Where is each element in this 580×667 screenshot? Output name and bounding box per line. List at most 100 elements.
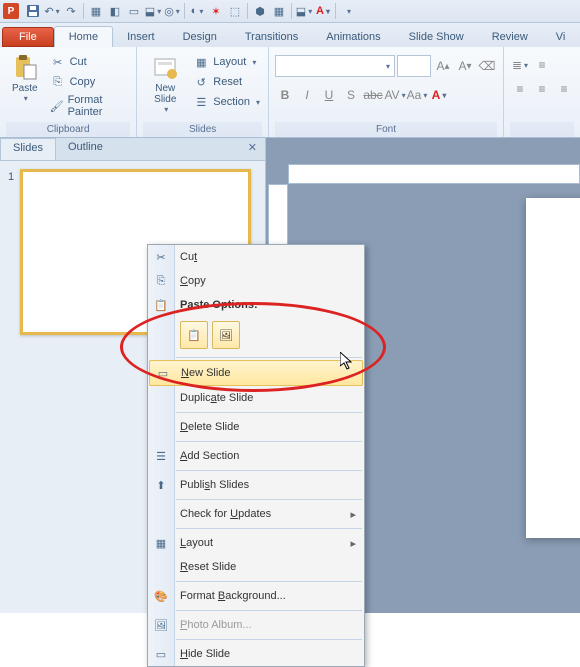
clear-format-icon[interactable]: ⌫	[477, 56, 497, 76]
qat-icon[interactable]: ✶	[207, 2, 225, 20]
bold-button[interactable]: B	[275, 85, 295, 105]
ctx-duplicate-slide[interactable]: Duplicate Slide	[148, 386, 364, 410]
ctx-hide-slide[interactable]: ▭Hide Slide	[148, 642, 364, 666]
grow-font-icon[interactable]: A▴	[433, 56, 453, 76]
close-pane-icon[interactable]: ✕	[240, 138, 265, 160]
context-menu: ✂Cut ⎘Copy 📋Paste Options: 📋 🖼 ▭New Slid…	[147, 244, 365, 667]
layout-icon: ▦	[193, 54, 209, 70]
numbering-icon[interactable]: ≡	[532, 55, 552, 75]
scissors-icon: ✂	[50, 54, 66, 70]
new-slide-button[interactable]: New Slide ▾	[143, 49, 187, 114]
save-icon[interactable]	[24, 2, 42, 20]
app-icon[interactable]: P	[3, 3, 19, 19]
layout-button[interactable]: ▦Layout▾	[191, 53, 262, 71]
tab-slideshow[interactable]: Slide Show	[395, 27, 478, 47]
brush-icon: 🖌	[50, 98, 64, 114]
spacing-icon[interactable]: AV▾	[385, 85, 405, 105]
underline-button[interactable]: U	[319, 85, 339, 105]
new-slide-label: New Slide	[154, 83, 176, 105]
qat-icon[interactable]: ⬓▾	[144, 2, 162, 20]
bullets-icon[interactable]: ≣▾	[510, 55, 530, 75]
qat-icon[interactable]: ◐▾	[188, 2, 206, 20]
qat-icon[interactable]: ⬢	[251, 2, 269, 20]
tab-insert[interactable]: Insert	[113, 27, 169, 47]
align-left-icon[interactable]: ≡	[510, 79, 530, 99]
align-center-icon[interactable]: ≡	[532, 79, 552, 99]
group-label: Clipboard	[6, 122, 130, 137]
case-icon[interactable]: Aa▾	[407, 85, 427, 105]
ribbon: Paste ▾ ✂Cut ⎘Copy 🖌Format Painter Clipb…	[0, 47, 580, 138]
pane-tab-outline[interactable]: Outline	[56, 138, 115, 160]
pane-tab-slides[interactable]: Slides	[0, 138, 56, 160]
strike-button[interactable]: abc	[363, 85, 383, 105]
ctx-publish-slides[interactable]: ⬆Publish Slides	[148, 473, 364, 497]
tab-transitions[interactable]: Transitions	[231, 27, 312, 47]
ctx-add-section[interactable]: ☰Add Section	[148, 444, 364, 468]
qat-icon[interactable]: ⬚	[226, 2, 244, 20]
paste-option-picture[interactable]: 🖼	[212, 321, 240, 349]
quick-access-toolbar: P ↶▾ ↷ ▦ ◧ ▭ ⬓▾ ◎▾ ◐▾ ✶ ⬚ ⬢ ▦ ⬓▾ A▾ ▾	[0, 0, 580, 23]
ctx-paste-options-header: 📋Paste Options:	[148, 293, 364, 317]
paste-options: 📋 🖼	[148, 317, 364, 355]
tab-design[interactable]: Design	[169, 27, 231, 47]
new-slide-icon	[151, 53, 179, 81]
qat-icon[interactable]: ◎▾	[163, 2, 181, 20]
group-label	[510, 122, 574, 137]
italic-button[interactable]: I	[297, 85, 317, 105]
paste-option-theme[interactable]: 📋	[180, 321, 208, 349]
copy-icon: ⎘	[50, 74, 66, 90]
ruler-horizontal	[288, 164, 580, 184]
section-button[interactable]: ☰Section▾	[191, 93, 262, 111]
font-color-icon[interactable]: A▾	[314, 2, 332, 20]
tab-view[interactable]: Vi	[542, 27, 580, 47]
paste-label: Paste	[12, 83, 38, 94]
slide-canvas[interactable]	[526, 198, 580, 538]
qat-icon[interactable]: ⬓▾	[295, 2, 313, 20]
group-slides: New Slide ▾ ▦Layout▾ ↺Reset ☰Section▾ Sl…	[137, 47, 269, 137]
ctx-layout[interactable]: ▦Layout▸	[148, 531, 364, 555]
ctx-copy[interactable]: ⎘Copy	[148, 269, 364, 293]
ctx-new-slide[interactable]: ▭New Slide	[149, 360, 363, 386]
paste-button[interactable]: Paste ▾	[6, 49, 44, 103]
redo-icon[interactable]: ↷	[62, 2, 80, 20]
paste-icon	[11, 53, 39, 81]
tab-file[interactable]: File	[2, 27, 54, 47]
paste-icon: 📋	[152, 296, 170, 314]
font-name-combo[interactable]: ▾	[275, 55, 395, 77]
tab-animations[interactable]: Animations	[312, 27, 394, 47]
tab-review[interactable]: Review	[478, 27, 542, 47]
ctx-check-updates[interactable]: Check for Updates▸	[148, 502, 364, 526]
tab-home[interactable]: Home	[54, 26, 113, 47]
qat-icon[interactable]: ▭	[125, 2, 143, 20]
qat-icon[interactable]: ◧	[106, 2, 124, 20]
cut-button[interactable]: ✂Cut	[48, 53, 131, 71]
undo-icon[interactable]: ↶▾	[43, 2, 61, 20]
ctx-format-background[interactable]: 🎨Format Background...	[148, 584, 364, 608]
reset-button[interactable]: ↺Reset	[191, 73, 262, 91]
qat-icon[interactable]: ▦	[87, 2, 105, 20]
copy-button[interactable]: ⎘Copy	[48, 73, 131, 91]
shadow-button[interactable]: S	[341, 85, 361, 105]
group-paragraph: ≣▾ ≡ ≡ ≡ ≡	[504, 47, 580, 137]
ctx-cut[interactable]: ✂Cut	[148, 245, 364, 269]
section-icon: ☰	[193, 94, 209, 110]
section-icon: ☰	[152, 447, 170, 465]
qat-customize-icon[interactable]: ▾	[339, 2, 357, 20]
shrink-font-icon[interactable]: A▾	[455, 56, 475, 76]
hide-icon: ▭	[152, 645, 170, 663]
font-color-button[interactable]: A▾	[429, 85, 449, 105]
group-label: Font	[275, 122, 497, 137]
ctx-reset-slide[interactable]: Reset Slide	[148, 555, 364, 579]
group-clipboard: Paste ▾ ✂Cut ⎘Copy 🖌Format Painter Clipb…	[0, 47, 137, 137]
format-bg-icon: 🎨	[152, 587, 170, 605]
align-right-icon[interactable]: ≡	[554, 79, 574, 99]
ctx-delete-slide[interactable]: Delete Slide	[148, 415, 364, 439]
group-font: ▾ A▴ A▾ ⌫ B I U S abc AV▾ Aa▾ A▾ Font	[269, 47, 504, 137]
photo-icon: 🖼	[152, 616, 170, 634]
reset-icon: ↺	[193, 74, 209, 90]
format-painter-button[interactable]: 🖌Format Painter	[48, 93, 131, 119]
font-size-combo[interactable]	[397, 55, 431, 77]
copy-icon: ⎘	[152, 272, 170, 290]
qat-icon[interactable]: ▦	[270, 2, 288, 20]
new-slide-icon: ▭	[154, 364, 172, 382]
